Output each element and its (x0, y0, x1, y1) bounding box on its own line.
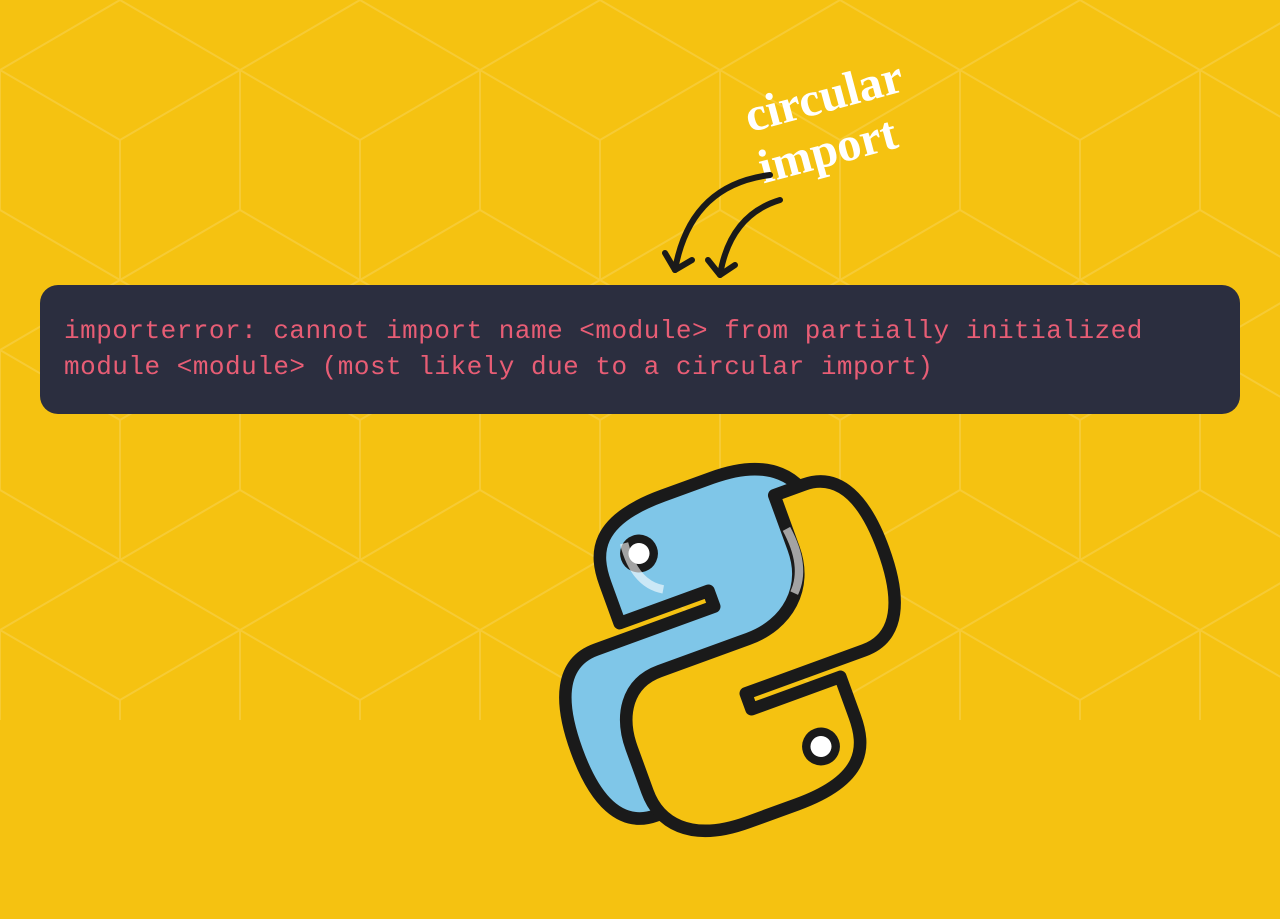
error-message-text: importerror: cannot import name <module>… (64, 316, 1143, 382)
error-message-box: importerror: cannot import name <module>… (40, 285, 1240, 414)
arrow-icon (640, 165, 790, 295)
